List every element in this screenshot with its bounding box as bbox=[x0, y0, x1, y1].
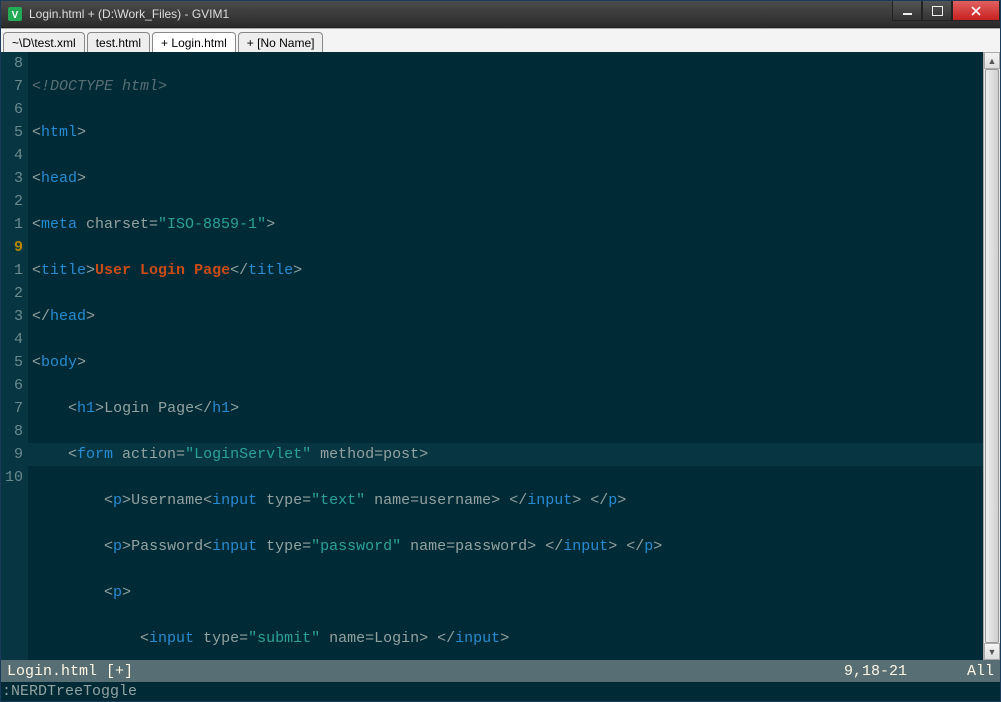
tab-login-html[interactable]: + Login.html bbox=[152, 32, 236, 52]
status-percent: All bbox=[967, 663, 994, 680]
command-text: :NERDTreeToggle bbox=[2, 683, 137, 700]
code-area[interactable]: <!DOCTYPE html> <html> <head> <meta char… bbox=[28, 52, 983, 660]
tab-bar: ~\D\test.xml test.html + Login.html + [N… bbox=[1, 28, 1000, 52]
window-title: Login.html + (D:\Work_Files) - GVIM1 bbox=[29, 7, 892, 21]
scroll-down-icon[interactable]: ▼ bbox=[984, 643, 1000, 660]
status-position: 9,18-21 bbox=[844, 663, 907, 680]
status-file: Login.html [+] bbox=[7, 663, 133, 680]
scroll-thumb[interactable] bbox=[985, 69, 999, 643]
status-line: Login.html [+] 9,18-21 All bbox=[1, 660, 1000, 682]
scrollbar[interactable]: ▲ ▼ bbox=[983, 52, 1000, 660]
tab-test-xml[interactable]: ~\D\test.xml bbox=[3, 32, 85, 52]
line-number-gutter: 8 7 6 5 4 3 2 1 9 1 2 3 4 5 6 7 8 9 10 bbox=[1, 52, 28, 660]
tab-no-name[interactable]: + [No Name] bbox=[238, 32, 324, 52]
command-line[interactable]: :NERDTreeToggle bbox=[1, 682, 1000, 701]
editor[interactable]: 8 7 6 5 4 3 2 1 9 1 2 3 4 5 6 7 8 9 10 <… bbox=[1, 52, 1000, 660]
scroll-up-icon[interactable]: ▲ bbox=[984, 52, 1000, 69]
svg-text:V: V bbox=[12, 10, 19, 21]
maximize-button[interactable] bbox=[922, 1, 952, 21]
app-icon: V bbox=[7, 6, 23, 22]
minimize-button[interactable] bbox=[892, 1, 922, 21]
close-button[interactable] bbox=[952, 1, 1000, 21]
title-bar: V Login.html + (D:\Work_Files) - GVIM1 bbox=[1, 1, 1000, 28]
tab-test-html[interactable]: test.html bbox=[87, 32, 150, 52]
